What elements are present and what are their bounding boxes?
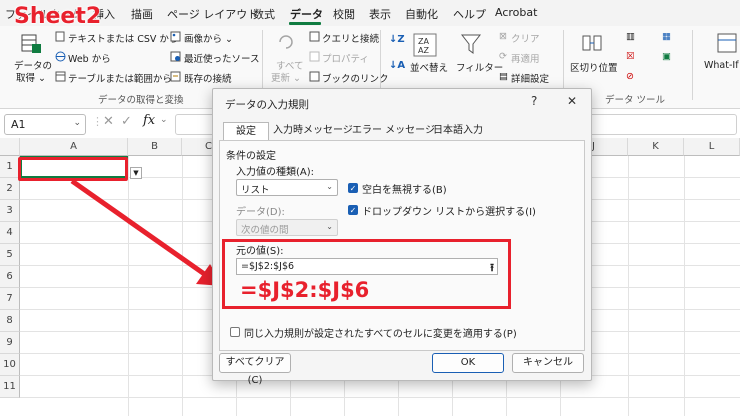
annotation-formula: =$J$2:$J$6 (240, 278, 370, 302)
apply-all-label: 同じ入力規則が設定されたすべてのセルに変更を適用する(P) (244, 329, 517, 340)
in-cell-dropdown-checkbox[interactable]: ✓ (348, 205, 358, 215)
settings-panel: 条件の設定 入力値の種類(A): リスト ⌄ ✓ 空白を無視する(B) データ(… (219, 140, 585, 351)
ok-button[interactable]: OK (432, 353, 504, 373)
tab-error-alert[interactable]: エラー メッセージ (352, 122, 435, 140)
sheet-name-annotation: Sheet2 (13, 4, 102, 30)
data-label: データ(D): (236, 207, 285, 218)
chevron-down-icon: ⌄ (326, 222, 333, 231)
ignore-blank-label: 空白を無視する(B) (362, 185, 447, 196)
data-validation-dialog: データの入力規則 ? ✕ 設定 入力時メッセージ エラー メッセージ 日本語入力… (212, 88, 592, 386)
clear-all-button[interactable]: すべてクリア(C) (219, 353, 291, 386)
apply-all-checkbox[interactable] (230, 327, 240, 337)
tab-input-message[interactable]: 入力時メッセージ (273, 122, 353, 140)
tab-settings[interactable]: 設定 (223, 122, 269, 141)
allow-select-value: リスト (241, 185, 270, 196)
chevron-down-icon: ⌄ (326, 182, 333, 191)
allow-label: 入力値の種類(A): (236, 167, 315, 178)
data-select-value: 次の値の間 (241, 225, 289, 236)
help-icon[interactable]: ? (531, 94, 537, 108)
section-criteria-label: 条件の設定 (226, 151, 276, 162)
cancel-button[interactable]: キャンセル (512, 353, 584, 373)
ignore-blank-checkbox[interactable]: ✓ (348, 183, 358, 193)
data-select: 次の値の間 ⌄ (236, 219, 338, 236)
tab-ime-mode[interactable]: 日本語入力 (428, 122, 488, 140)
dialog-title: データの入力規則 (225, 99, 309, 111)
in-cell-dropdown-label: ドロップダウン リストから選択する(I) (362, 207, 536, 218)
close-icon[interactable]: ✕ (567, 94, 577, 108)
allow-select[interactable]: リスト ⌄ (236, 179, 338, 196)
